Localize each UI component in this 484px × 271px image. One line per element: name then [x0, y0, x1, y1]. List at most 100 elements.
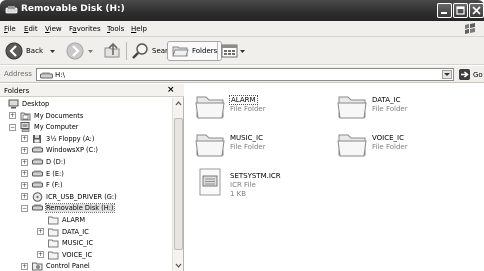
- tree-item[interactable]: ALARM: [48, 215, 85, 225]
- tree-item[interactable]: My Documents: [20, 111, 83, 121]
- item-size: 1 KB: [230, 190, 247, 198]
- tree-item-label: E (E:): [46, 169, 64, 178]
- expand-icon[interactable]: +: [21, 193, 28, 201]
- my-documents-icon: [20, 111, 31, 121]
- item-type: File Folder: [230, 105, 266, 113]
- folders-button[interactable]: Folders: [167, 41, 223, 61]
- my-computer-icon: [20, 122, 30, 132]
- collapse-icon[interactable]: −: [21, 204, 28, 212]
- address-input[interactable]: H:\: [36, 68, 454, 81]
- maximize-button[interactable]: [453, 3, 468, 18]
- folders-pane-close-button[interactable]: ×: [167, 85, 175, 95]
- windows-logo-icon: [465, 23, 475, 34]
- folders-pane-title: Folders: [4, 87, 30, 95]
- expand-icon[interactable]: +: [37, 228, 44, 236]
- expand-icon[interactable]: +: [21, 181, 28, 189]
- tree-item[interactable]: MUSIC_IC: [48, 238, 93, 248]
- scrollbar-thumb[interactable]: [174, 118, 183, 250]
- folders-scrollbar[interactable]: [172, 98, 183, 271]
- item-type: File Folder: [372, 105, 408, 113]
- folder-item[interactable]: VOICE_IC File Folder: [335, 128, 455, 162]
- my-documents-icon: [20, 112, 31, 121]
- hard-drive-icon: [32, 146, 43, 153]
- tree-item-label: DATA_IC: [62, 227, 89, 236]
- hard-drive-icon: [32, 145, 43, 155]
- address-dropdown-button[interactable]: [442, 70, 452, 79]
- expand-icon[interactable]: +: [21, 158, 28, 166]
- folder-item[interactable]: ALARM File Folder: [193, 90, 313, 124]
- menu-favorites[interactable]: Favorites: [69, 25, 101, 33]
- tree-item[interactable]: WindowsXP (C:): [32, 145, 98, 155]
- hard-drive-icon: [32, 181, 43, 188]
- tree-item[interactable]: F (F:): [32, 180, 63, 190]
- tree-item[interactable]: VOICE_IC: [48, 250, 92, 260]
- expand-icon[interactable]: +: [21, 262, 28, 270]
- tree-item-label: Desktop: [22, 100, 50, 108]
- menu-bar: File Edit View Favorites Tools Help: [0, 21, 484, 37]
- item-name: SETSYSTM.ICR: [230, 172, 281, 180]
- folder-icon: [48, 228, 59, 237]
- title-bar[interactable]: Removable Disk (H:): [0, 0, 484, 21]
- tree-item-label: ICR_USB_DRIVER (G:): [46, 192, 117, 201]
- item-name: DATA_IC: [372, 96, 401, 104]
- chevron-down-icon: [240, 49, 245, 53]
- tree-item[interactable]: ICR_USB_DRIVER (G:): [32, 191, 117, 202]
- chevron-down-icon: [88, 49, 93, 53]
- file-list: ALARM File Folder DATA_IC File Folder MUSIC_…: [185, 84, 484, 271]
- folder-item[interactable]: DATA_IC File Folder: [335, 90, 455, 124]
- scroll-up-icon[interactable]: [174, 99, 183, 108]
- tree-item[interactable]: Desktop: [8, 99, 49, 109]
- cd-drive-icon: [32, 191, 43, 202]
- expand-icon[interactable]: +: [21, 170, 28, 178]
- menu-tools[interactable]: Tools: [107, 25, 124, 33]
- menu-help[interactable]: Help: [131, 25, 147, 33]
- collapse-icon[interactable]: −: [9, 123, 16, 131]
- expand-icon[interactable]: +: [21, 146, 28, 154]
- tree-item[interactable]: Control Panel: [32, 261, 90, 271]
- up-folder-icon: [104, 42, 120, 58]
- tree-item[interactable]: D (D:): [32, 157, 66, 167]
- removable-disk-icon: [5, 6, 18, 14]
- menu-view[interactable]: View: [45, 25, 62, 33]
- forward-arrow-icon: [66, 42, 84, 60]
- back-button[interactable]: Back: [5, 41, 56, 61]
- file-item[interactable]: SETSYSTM.ICR ICR File 1 KB: [193, 166, 313, 200]
- folder-item[interactable]: MUSIC_IC File Folder: [193, 128, 313, 162]
- tree-item[interactable]: 3½ Floppy (A:): [32, 134, 94, 144]
- folder-icon: [48, 250, 59, 260]
- hard-drive-icon: [32, 158, 43, 165]
- menu-edit[interactable]: Edit: [24, 25, 38, 33]
- tree-item[interactable]: Removable Disk (H:): [32, 203, 115, 214]
- views-button[interactable]: [221, 41, 246, 61]
- expand-icon[interactable]: +: [9, 112, 16, 120]
- tree-item[interactable]: E (E:): [32, 169, 64, 179]
- go-button[interactable]: Go: [459, 69, 483, 80]
- tree-item[interactable]: DATA_IC: [48, 227, 89, 237]
- folder-icon: [48, 216, 59, 225]
- back-label: Back: [26, 47, 43, 55]
- hard-drive-icon: [32, 180, 43, 190]
- window-title: Removable Disk (H:): [21, 4, 125, 14]
- icr-file-icon: [199, 168, 221, 196]
- tree-item-label: My Computer: [34, 123, 79, 132]
- desktop-icon: [8, 99, 19, 109]
- search-icon: [132, 43, 148, 59]
- expand-icon[interactable]: +: [21, 135, 28, 143]
- address-bar: Address H:\ Go: [0, 66, 484, 83]
- close-button[interactable]: [469, 3, 484, 18]
- toolbar-separator: [217, 42, 218, 60]
- tree-item-label: MUSIC_IC: [62, 239, 94, 248]
- expand-icon[interactable]: +: [37, 251, 44, 259]
- tree-item[interactable]: My Computer: [20, 122, 78, 132]
- up-folder-button[interactable]: [103, 41, 121, 61]
- scroll-down-icon[interactable]: [174, 261, 183, 270]
- my-computer-icon: [20, 122, 31, 132]
- tree-item-label: F (F:): [46, 181, 63, 190]
- minimize-button[interactable]: [437, 3, 452, 18]
- tree-item-label: VOICE_IC: [62, 250, 93, 259]
- menu-file[interactable]: File: [4, 25, 16, 33]
- forward-button[interactable]: [66, 41, 94, 61]
- folder-icon: [48, 251, 59, 260]
- tree-item-label: WindowsXP (C:): [46, 146, 98, 155]
- floppy-drive-icon: [32, 134, 43, 144]
